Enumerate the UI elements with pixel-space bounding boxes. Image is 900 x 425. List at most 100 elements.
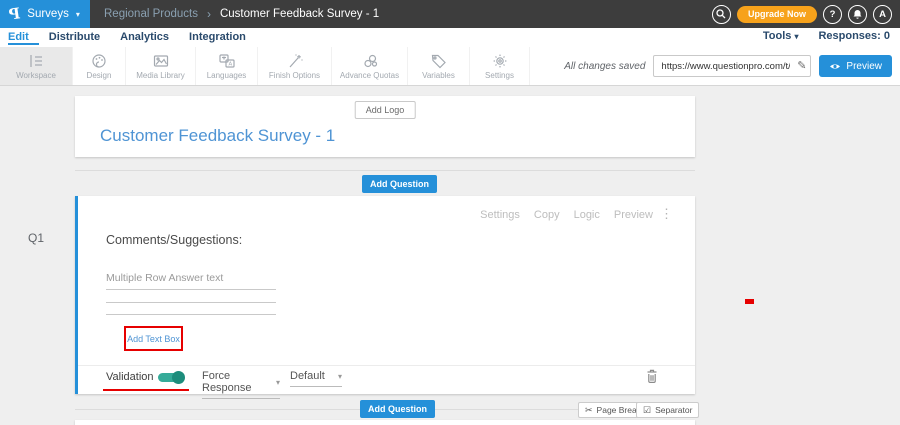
answer-row-line[interactable] <box>106 302 276 303</box>
tools-label: Tools <box>763 30 792 42</box>
toolbar-item-label: Finish Options <box>269 71 320 80</box>
separator-label: Separator <box>655 405 692 415</box>
question-copy-link[interactable]: Copy <box>534 209 560 221</box>
toggle-knob <box>172 371 185 384</box>
toolbar-item-settings[interactable]: Settings <box>470 47 530 85</box>
page-break-label: Page Break <box>597 405 641 415</box>
breadcrumb-separator-icon: › <box>207 7 211 21</box>
survey-title[interactable]: Customer Feedback Survey - 1 <box>100 126 335 146</box>
chevron-down-icon: ▾ <box>794 32 798 41</box>
toolbar-item-advance-quotas[interactable]: Advance Quotas <box>332 47 408 85</box>
annotation-red-dash <box>745 299 754 304</box>
workspace-icon <box>27 53 45 69</box>
search-button[interactable] <box>712 5 731 24</box>
question-more-menu-icon[interactable]: ⋮ <box>660 207 673 220</box>
section-divider <box>75 170 695 171</box>
trash-icon <box>645 368 659 384</box>
upgrade-now-button[interactable]: Upgrade Now <box>737 6 817 23</box>
breadcrumb: Regional Products › Customer Feedback Su… <box>104 0 379 28</box>
question-preview-link[interactable]: Preview <box>614 209 653 221</box>
menu-bar-right: Tools ▾ Responses: 0 <box>763 30 890 42</box>
toolbar-item-label: Variables <box>422 71 455 80</box>
toolbar-item-finish-options[interactable]: Finish Options <box>258 47 332 85</box>
survey-url-input[interactable] <box>653 55 811 77</box>
chevron-down-icon: ▾ <box>338 372 342 381</box>
question-footer-divider <box>78 365 695 366</box>
annotation-highlight-box: Add Text Box <box>124 326 183 351</box>
save-status: All changes saved <box>564 61 645 72</box>
toolbar-right: All changes saved ✎ Preview <box>564 55 892 77</box>
eye-icon <box>829 62 841 71</box>
chevron-down-icon: ▾ <box>76 10 80 19</box>
default-label: Default <box>290 370 325 382</box>
tools-menu[interactable]: Tools ▾ <box>763 30 799 42</box>
navbar-actions: Upgrade Now ? A <box>712 0 892 28</box>
validation-toggle[interactable] <box>158 372 185 383</box>
toolbar-item-label: Workspace <box>16 71 56 80</box>
help-button[interactable]: ? <box>823 5 842 24</box>
toolbar-item-variables[interactable]: Variables <box>408 47 470 85</box>
separator-button[interactable]: ☑ Separator <box>636 402 699 418</box>
tab-integration[interactable]: Integration <box>179 28 256 45</box>
tab-analytics[interactable]: Analytics <box>110 28 179 45</box>
responses-count[interactable]: Responses: 0 <box>818 30 890 42</box>
toolbar-item-media-library[interactable]: Media Library <box>126 47 196 85</box>
force-response-dropdown[interactable]: Force Response ▾ <box>202 370 280 399</box>
next-section-card <box>75 420 695 425</box>
survey-url-wrap: ✎ <box>653 55 811 77</box>
annotation-underline <box>103 389 189 391</box>
survey-editor-page: P Surveys ▾ Regional Products › Customer… <box>0 0 900 425</box>
avatar[interactable]: A <box>873 5 892 24</box>
delete-question-button[interactable] <box>645 368 659 389</box>
add-question-button-bottom[interactable]: Add Question <box>360 400 435 418</box>
question-number: Q1 <box>28 231 44 245</box>
bell-icon <box>852 9 863 20</box>
question-actions: Settings Copy Logic Preview <box>480 209 653 221</box>
tab-edit[interactable]: Edit <box>8 28 39 45</box>
preview-button[interactable]: Preview <box>819 55 892 77</box>
tab-distribute[interactable]: Distribute <box>39 28 110 45</box>
question-logic-link[interactable]: Logic <box>574 209 600 221</box>
editor-toolbar: Workspace Design Media Library A Languag… <box>0 47 900 86</box>
translate-icon: A <box>218 53 236 69</box>
breadcrumb-current: Customer Feedback Survey - 1 <box>220 8 379 20</box>
palette-icon <box>90 53 108 69</box>
svg-text:A: A <box>228 61 232 67</box>
force-response-label: Force Response <box>202 370 276 394</box>
toolbar-item-label: Advance Quotas <box>340 71 399 80</box>
toolbar-item-design[interactable]: Design <box>73 47 126 85</box>
toolbar-item-workspace[interactable]: Workspace <box>0 47 73 85</box>
image-icon <box>152 53 170 69</box>
search-icon <box>716 9 726 19</box>
edit-url-icon[interactable]: ✎ <box>797 59 806 72</box>
menu-items: Edit Distribute Analytics Integration <box>8 28 256 47</box>
validation-label: Validation <box>106 371 154 383</box>
question-settings-link[interactable]: Settings <box>480 209 520 221</box>
surveys-app-menu[interactable]: P Surveys ▾ <box>0 0 90 28</box>
breadcrumb-parent[interactable]: Regional Products <box>104 8 198 20</box>
answer-placeholder[interactable]: Multiple Row Answer text <box>106 272 223 284</box>
menu-bar: Edit Distribute Analytics Integration To… <box>0 28 900 47</box>
app-menu-label: Surveys <box>27 8 69 20</box>
toolbar-item-label: Media Library <box>136 71 184 80</box>
questionpro-logo-icon: P <box>8 4 22 23</box>
answer-row-line[interactable] <box>106 289 276 290</box>
tag-icon <box>430 53 448 69</box>
toolbar-item-languages[interactable]: A Languages <box>196 47 258 85</box>
add-question-button-top[interactable]: Add Question <box>362 175 437 193</box>
question-card: Settings Copy Logic Preview ⋮ Comments/S… <box>75 196 695 394</box>
gear-icon <box>491 53 509 69</box>
toolbar-item-label: Languages <box>207 71 247 80</box>
notifications-button[interactable] <box>848 5 867 24</box>
answer-row-line[interactable] <box>106 314 276 315</box>
toolbar-item-label: Design <box>87 71 112 80</box>
default-validation-dropdown[interactable]: Default ▾ <box>290 370 342 387</box>
preview-label: Preview <box>846 61 882 72</box>
toolbar-item-label: Settings <box>485 71 514 80</box>
question-text[interactable]: Comments/Suggestions: <box>106 233 242 247</box>
add-text-box-link[interactable]: Add Text Box <box>127 334 180 344</box>
chevron-down-icon: ▾ <box>276 378 280 387</box>
add-logo-button[interactable]: Add Logo <box>355 101 416 119</box>
survey-title-card: Add Logo Customer Feedback Survey - 1 <box>75 96 695 157</box>
top-navbar: P Surveys ▾ Regional Products › Customer… <box>0 0 900 28</box>
